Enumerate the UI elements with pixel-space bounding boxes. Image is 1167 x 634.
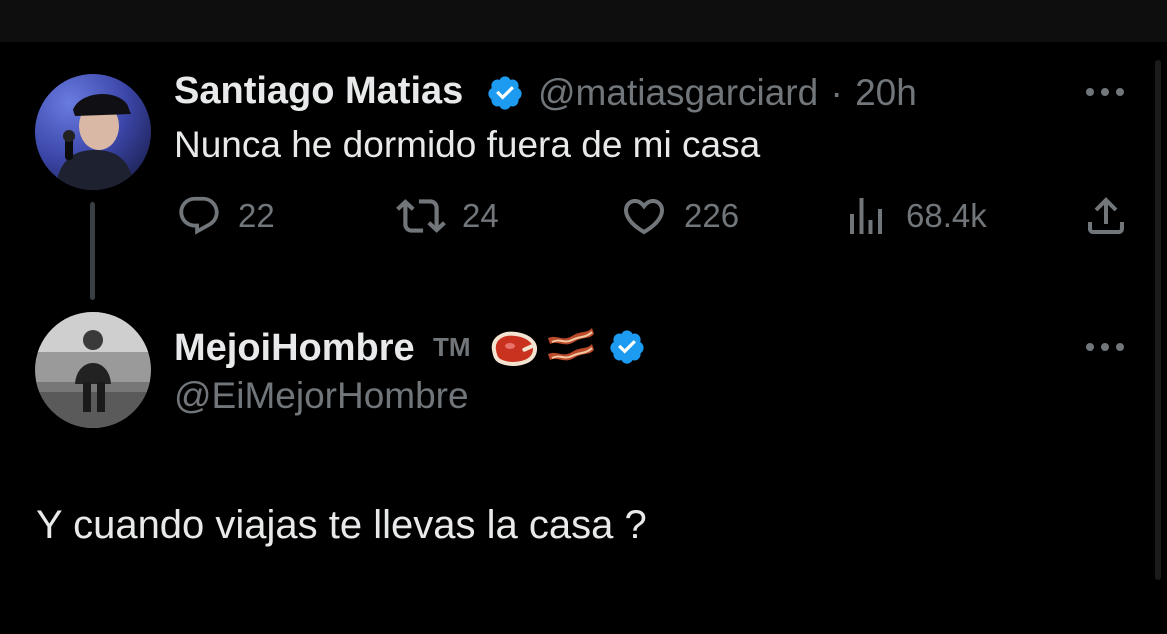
like-action[interactable]: 226 [620, 194, 739, 238]
trademark-symbol: TM [433, 332, 471, 362]
steak-emoji [491, 331, 537, 366]
reply-action[interactable]: 22 [176, 194, 275, 238]
top-status-bar [0, 0, 1167, 42]
views-action[interactable]: 68.4k [842, 194, 987, 238]
tweet-text: Nunca he dormido fuera de mi casa [174, 124, 761, 165]
more-options-icon[interactable] [1086, 85, 1128, 99]
separator-dot: · [830, 72, 843, 113]
reply-verified-badge-icon [610, 330, 644, 364]
views-icon [850, 198, 882, 234]
avatar-santiago[interactable] [35, 74, 151, 190]
reply-more-options-icon[interactable] [1086, 340, 1128, 354]
timestamp[interactable]: 20h [855, 72, 917, 113]
share-icon [1088, 197, 1124, 234]
repost-count: 24 [462, 197, 499, 234]
repost-action[interactable]: 24 [396, 194, 499, 238]
avatar-mejoihombre[interactable] [35, 312, 151, 428]
like-count: 226 [684, 197, 740, 234]
bacon-emoji [548, 328, 594, 361]
views-count: 68.4k [906, 197, 987, 234]
verified-badge-icon [488, 76, 522, 110]
reply-author-handle[interactable]: @EiMejorHombre [174, 375, 469, 417]
handle-text[interactable]: @matiasgarciard [538, 72, 818, 113]
reply-icon [179, 196, 219, 235]
reply-author-name[interactable]: MejoiHombre [174, 327, 415, 370]
thread-connector-line [90, 202, 95, 300]
share-action[interactable] [1082, 194, 1130, 238]
reply-text: Y cuando viajas te llevas la casa ? [36, 503, 647, 547]
repost-icon [396, 199, 446, 233]
reply-count: 22 [238, 197, 275, 234]
author-handle[interactable]: @matiasgarciard · 20h [538, 72, 917, 114]
scrollbar[interactable] [1155, 60, 1161, 580]
heart-icon [623, 199, 665, 235]
author-name[interactable]: Santiago Matias [174, 70, 463, 113]
